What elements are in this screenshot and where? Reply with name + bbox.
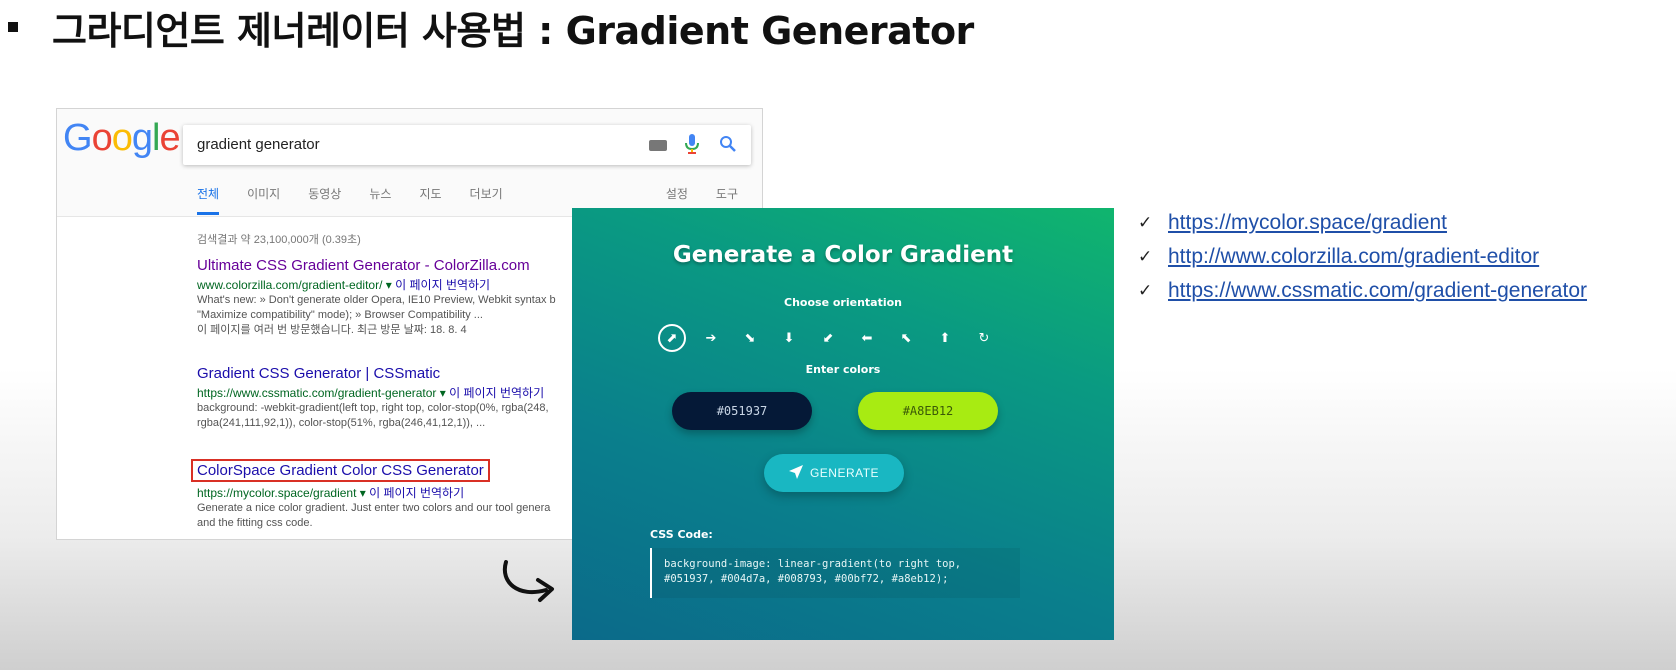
- tools-link[interactable]: 도구: [716, 185, 738, 202]
- google-logo[interactable]: Google: [63, 117, 181, 160]
- arrow-down-icon[interactable]: ⬇: [775, 324, 803, 352]
- color-input-end[interactable]: #A8EB12: [858, 392, 998, 430]
- colors-label: Enter colors: [805, 363, 881, 376]
- arrow-down-left-icon[interactable]: ⬋: [814, 324, 842, 352]
- orientation-label: Choose orientation: [784, 296, 902, 309]
- arrow-right-icon[interactable]: ➔: [697, 324, 725, 352]
- paper-plane-icon: [788, 464, 803, 482]
- search-icon[interactable]: [719, 135, 737, 158]
- link-item: ✓ https://www.cssmatic.com/gradient-gene…: [1138, 274, 1587, 308]
- css-code-line: #051937, #004d7a, #008793, #00bf72, #a8e…: [664, 573, 949, 585]
- tab-news[interactable]: 뉴스: [369, 185, 391, 215]
- arrow-down-right-icon[interactable]: ⬊: [736, 324, 764, 352]
- reference-links: ✓ https://mycolor.space/gradient ✓ http:…: [1138, 206, 1587, 308]
- tab-videos[interactable]: 동영상: [308, 185, 341, 215]
- google-search-box[interactable]: gradient generator: [183, 125, 751, 165]
- search-input[interactable]: gradient generator: [197, 136, 320, 153]
- color-input-start[interactable]: #051937: [672, 392, 812, 430]
- hook-arrow-icon: [500, 560, 560, 609]
- colorspace-title: Generate a Color Gradient: [672, 242, 1014, 268]
- arrow-left-icon[interactable]: ⬅: [853, 324, 881, 352]
- tab-images[interactable]: 이미지: [247, 185, 280, 215]
- css-code-block[interactable]: background-image: linear-gradient(to rig…: [650, 548, 1020, 598]
- microphone-icon[interactable]: [685, 134, 699, 159]
- google-tools: 설정 도구: [638, 185, 738, 202]
- check-icon: ✓: [1138, 281, 1153, 301]
- tab-all[interactable]: 전체: [197, 185, 220, 215]
- css-code-line: background-image: linear-gradient(to rig…: [664, 558, 962, 570]
- google-header: Google gradient generator 전체 이미지 동영상 뉴스 …: [57, 109, 762, 217]
- css-code-label: CSS Code:: [650, 528, 713, 541]
- keyboard-icon[interactable]: [649, 140, 667, 151]
- link-mycolor-space[interactable]: https://mycolor.space/gradient: [1168, 211, 1447, 235]
- colorspace-screenshot: Generate a Color Gradient Choose orienta…: [572, 208, 1114, 640]
- check-icon: ✓: [1138, 213, 1153, 233]
- slide-title-text: 그라디언트 제너레이터 사용법 : Gradient Generator: [52, 8, 974, 53]
- translate-link[interactable]: 이 페이지 번역하기: [395, 278, 490, 292]
- orientation-picker: ⬈ ➔ ⬊ ⬇ ⬋ ⬅ ⬉ ⬆ ↻: [658, 324, 1009, 352]
- translate-link[interactable]: 이 페이지 번역하기: [369, 486, 464, 500]
- arrow-up-left-icon[interactable]: ⬉: [892, 324, 920, 352]
- check-icon: ✓: [1138, 247, 1153, 267]
- translate-link[interactable]: 이 페이지 번역하기: [449, 386, 544, 400]
- arrow-up-icon[interactable]: ⬆: [931, 324, 959, 352]
- slide-title: 그라디언트 제너레이터 사용법 : Gradient Generator: [8, 2, 974, 53]
- tab-maps[interactable]: 지도: [419, 185, 441, 215]
- google-tabs: 전체 이미지 동영상 뉴스 지도 더보기: [197, 185, 531, 215]
- link-item: ✓ https://mycolor.space/gradient: [1138, 206, 1587, 240]
- generate-button[interactable]: GENERATE: [764, 454, 904, 492]
- generate-label: GENERATE: [809, 466, 880, 480]
- radial-icon[interactable]: ↻: [970, 324, 998, 352]
- tab-more[interactable]: 더보기: [470, 185, 503, 215]
- link-cssmatic[interactable]: https://www.cssmatic.com/gradient-genera…: [1168, 279, 1587, 303]
- bullet-square: [8, 22, 18, 32]
- link-colorzilla[interactable]: http://www.colorzilla.com/gradient-edito…: [1168, 245, 1539, 269]
- link-item: ✓ http://www.colorzilla.com/gradient-edi…: [1138, 240, 1587, 274]
- result-stats: 검색결과 약 23,100,000개 (0.39초): [197, 234, 361, 246]
- arrow-up-right-icon[interactable]: ⬈: [658, 324, 686, 352]
- settings-link[interactable]: 설정: [666, 185, 688, 202]
- result-title-link-highlighted[interactable]: ColorSpace Gradient Color CSS Generator: [191, 459, 490, 482]
